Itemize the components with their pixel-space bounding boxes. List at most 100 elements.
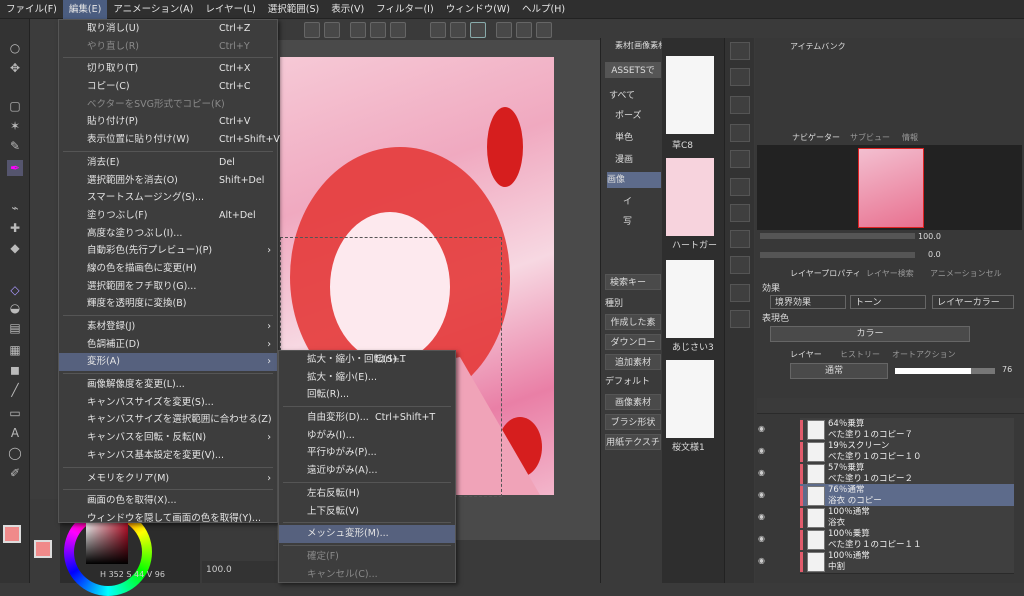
copy-icon[interactable] [730,68,750,86]
ruler-icon[interactable]: ╱ [7,382,23,398]
menu-selection[interactable]: 選択範囲(S) [262,0,325,19]
zoom-slider[interactable] [760,233,915,239]
redo-icon[interactable] [324,22,340,38]
invert-selection-icon[interactable] [450,22,466,38]
color-saturation-square[interactable] [86,522,128,564]
material-search-input[interactable]: 検索キー [605,274,661,290]
transform-menu-item[interactable]: 平行ゆがみ(P)... [279,444,455,462]
image-icon[interactable] [730,230,750,248]
edit-menu-item[interactable]: 消去(E) Del [59,154,277,172]
move-icon[interactable]: ✥ [7,60,23,76]
auto-select-icon[interactable]: ✶ [7,118,23,134]
transform-menu-item[interactable]: 拡大・縮小・回転(S)... Ctrl+T [279,351,455,369]
text-icon[interactable]: A [7,425,23,441]
eraser-icon[interactable]: ◆ [7,240,23,256]
tree-photo[interactable]: 写 [623,214,632,230]
line-icon[interactable]: ▭ [7,405,23,421]
eye-icon[interactable]: ◉ [758,424,770,433]
layer-property-tab[interactable]: レイヤープロパティ [790,267,861,281]
palette-icon[interactable] [730,42,750,60]
main-color-swatch[interactable] [3,525,21,543]
edit-menu-item[interactable]: 画面の色を取得(X)... [59,492,277,510]
correct-line-icon[interactable]: ✐ [7,465,23,481]
folder-icon[interactable] [730,178,750,196]
edit-menu-item[interactable]: スマートスムージング(S)... [59,189,277,207]
menu-edit[interactable]: 編集(E) [62,0,108,19]
eye-icon[interactable]: ◉ [758,512,770,521]
deselect-icon[interactable] [430,22,446,38]
brush-shape-button[interactable]: ブラシ形状 [605,414,661,430]
navigator-tab[interactable]: ナビゲーター [792,131,840,145]
snap-special-ruler-icon[interactable] [516,22,532,38]
transform-menu-item[interactable]: 左右反転(H) [279,485,455,503]
layer-row[interactable]: 100％通常 中割 [800,550,1014,574]
edit-menu-item[interactable]: 表示位置に貼り付け(W) Ctrl+Shift+V [59,131,280,149]
item-bank-tab[interactable]: アイテムバンク [790,40,846,54]
transform-menu-item[interactable]: メッシュ変形(M)... [279,525,455,543]
stack-icon[interactable] [730,150,750,168]
paper-texture-button[interactable]: 用紙テクスチ [605,434,661,450]
balloon-icon[interactable]: ◯ [7,445,23,461]
tree-manga[interactable]: 漫画 [615,152,633,168]
edit-menu-item[interactable]: キャンバスサイズを変更(S)... [59,394,277,412]
rotate-slider[interactable] [760,252,915,258]
edit-menu-item[interactable]: 変形(A) › [59,353,277,372]
layers-icon[interactable] [730,96,750,114]
thumb-sakura[interactable] [666,360,714,438]
download-button[interactable]: ダウンロー [605,334,661,350]
transform-menu-item[interactable]: 拡大・縮小(E)... [279,369,455,387]
layer-row[interactable]: 76％通常 浴衣 のコピー [800,484,1014,508]
transform-icon[interactable] [390,22,406,38]
thumb-grass[interactable] [666,56,714,134]
blend-icon[interactable]: ◇ [7,282,23,298]
edit-menu-item[interactable]: 塗りつぶし(F) Alt+Del [59,207,277,225]
layer-row[interactable]: 19％スクリーン べた塗り１のコピー１０ [800,440,1014,464]
fill-icon[interactable] [370,22,386,38]
pose-icon[interactable] [730,256,750,274]
transform-menu-item[interactable]: 上下反転(V) [279,503,455,521]
edit-menu-item[interactable]: 貼り付け(P) Ctrl+V [59,113,277,131]
decoration-icon[interactable]: ✚ [7,220,23,236]
fill-tool-icon[interactable]: ◒ [7,300,23,316]
subview-tab[interactable]: サブビュー [850,131,890,145]
edit-menu-item[interactable]: キャンバスを回転・反転(N) › [59,429,277,447]
edit-menu-item[interactable]: ウィンドウを隠して画面の色を取得(Y)... [59,510,277,528]
transform-menu-item[interactable]: 回転(R)... [279,386,455,404]
edit-menu-item[interactable]: 取り消し(U) Ctrl+Z [59,20,277,38]
selection-icon[interactable]: ▢ [7,98,23,114]
tree-all[interactable]: すべて [609,88,635,104]
snap-grid-icon[interactable] [536,22,552,38]
tone-button[interactable]: トーン [850,295,926,309]
navigator-thumbnail[interactable] [858,148,924,228]
menu-window[interactable]: ウィンドウ(W) [440,0,516,19]
edit-menu-item[interactable]: 色調補正(D) › [59,336,277,354]
pen-icon[interactable]: ✒ [7,160,23,176]
info-tab[interactable]: 情報 [902,131,918,145]
edit-menu-item[interactable]: 切り取り(T) Ctrl+X [59,60,277,78]
layer-color-button[interactable]: レイヤーカラー [932,295,1014,309]
menu-layer[interactable]: レイヤー(L) [199,0,261,19]
layer-row[interactable]: 100％乗算 べた塗り１のコピー１１ [800,528,1014,552]
sub-color-swatch[interactable] [34,540,52,558]
zoom-icon[interactable]: ○ [7,40,23,56]
assets-button[interactable]: ASSETSで [605,62,661,78]
border-effect-button[interactable]: 境界効果 [770,295,846,309]
menu-filter[interactable]: フィルター(I) [370,0,440,19]
layer-tab[interactable]: レイヤー [790,348,822,362]
eye-icon[interactable]: ◉ [758,556,770,565]
tree-illust[interactable]: イ [623,194,632,210]
layer-row[interactable]: 64％乗算 べた塗り１のコピー７ [800,418,1014,442]
animation-cel-tab[interactable]: アニメーションセル [930,267,1002,281]
auto-action-tab[interactable]: オートアクション [892,348,956,362]
edit-menu-item[interactable]: コピー(C) Ctrl+C [59,78,277,96]
airbrush-icon[interactable]: ⌁ [7,200,23,216]
clear-icon[interactable] [350,22,366,38]
edit-menu-item[interactable]: 選択範囲外を消去(O) Shift+Del [59,172,277,190]
layer-row[interactable]: 57％乗算 べた塗り１のコピー２ [800,462,1014,486]
thumb-hydrangea[interactable] [666,260,714,338]
eye-icon[interactable]: ◉ [758,490,770,499]
gradient-icon[interactable]: ▤ [7,320,23,336]
tree-image[interactable]: 画像 [607,172,661,188]
layer-search-tab[interactable]: レイヤー検索 [866,267,914,281]
expression-color-select[interactable]: カラー [770,326,970,342]
